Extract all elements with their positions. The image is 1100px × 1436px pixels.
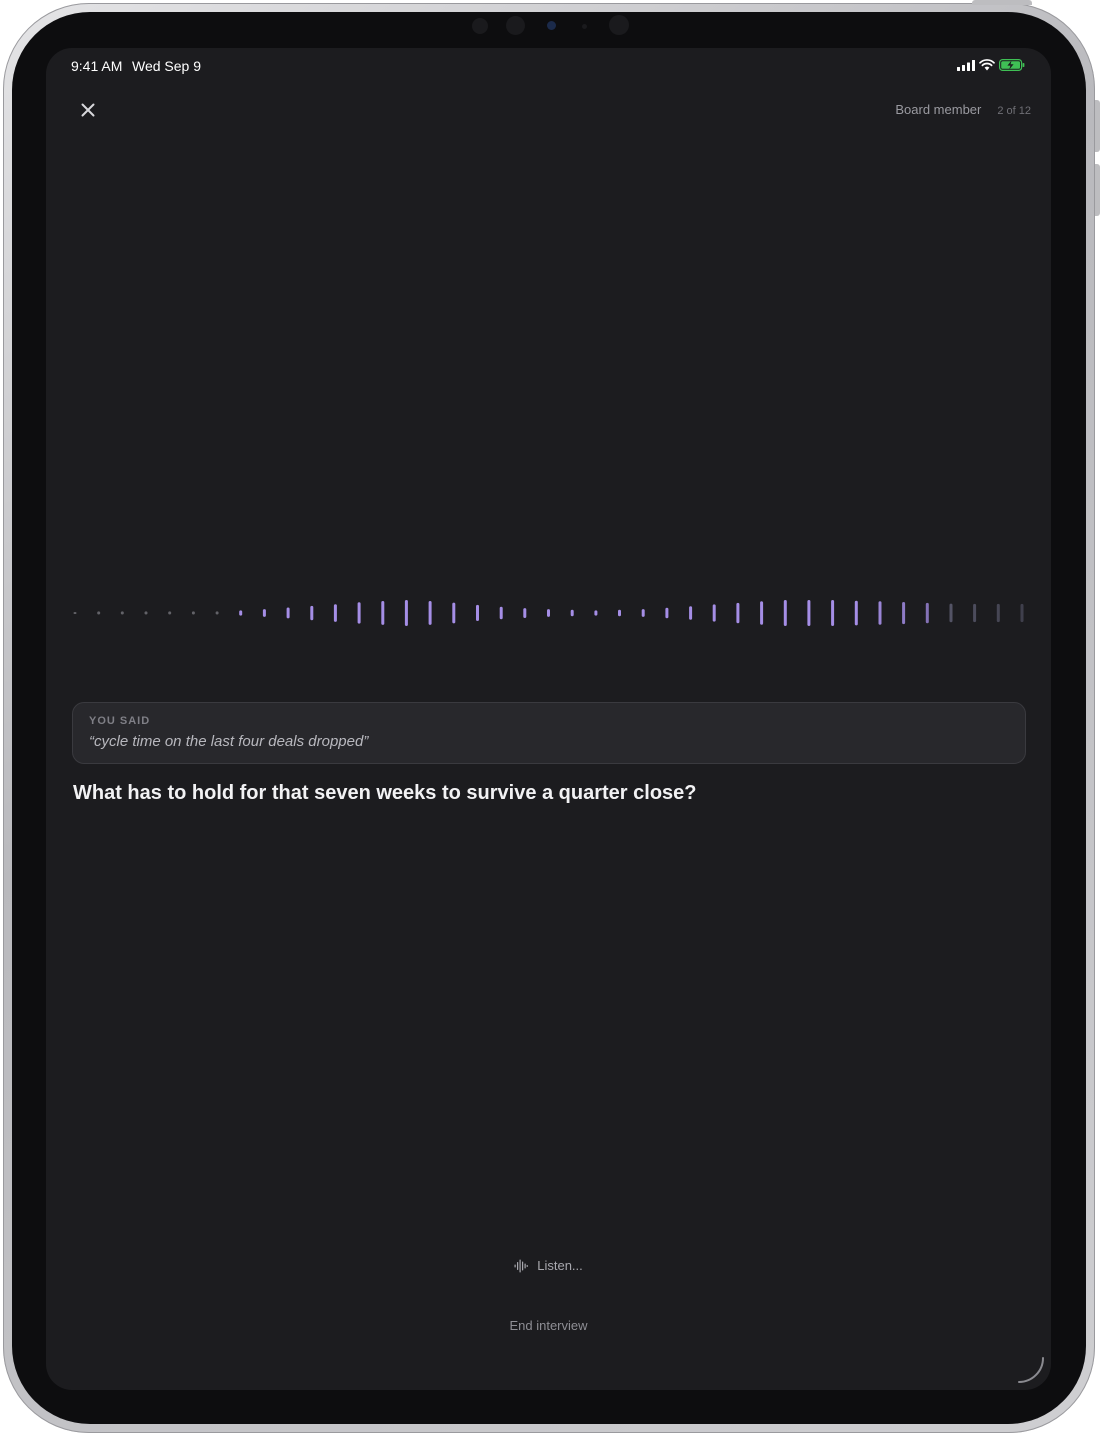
waveform-bar [357, 602, 361, 624]
waveform-bar [665, 607, 669, 619]
waveform-bar [97, 611, 101, 615]
waveform-bar [168, 611, 172, 615]
waveform-bar [618, 609, 621, 617]
waveform-bar [760, 601, 764, 625]
question-progress: 2 of 12 [997, 105, 1031, 117]
waveform-bar [381, 601, 385, 625]
waveform-bar [1020, 603, 1024, 623]
battery-charging-icon [999, 59, 1025, 71]
audio-waveform [73, 600, 1024, 626]
waveform-bar [120, 611, 124, 615]
waveform-bar [641, 609, 645, 617]
camera-lens-icon [547, 21, 556, 30]
waveform-bar [736, 602, 740, 624]
waveform-bar [949, 603, 953, 623]
waveform-bar [215, 611, 219, 615]
you-said-label: YOU SAID [89, 715, 151, 727]
status-icons [957, 59, 1025, 71]
sensor-icon [609, 15, 629, 35]
waveform-bar [286, 607, 290, 619]
waveform-bar [854, 600, 858, 626]
waveform-bar [73, 612, 77, 614]
waveform-bar [807, 600, 811, 626]
status-bar: 9:41 AM Wed Sep 9 [46, 48, 1051, 84]
waveform-bar [689, 606, 693, 620]
volume-down-button [1095, 164, 1100, 216]
waveform-bar [996, 603, 1000, 623]
interviewer-role: Board member [895, 102, 982, 117]
sensor-icon [472, 18, 488, 34]
waveform-bar [925, 602, 929, 624]
waveform-bar [144, 611, 148, 615]
status-date: Wed Sep 9 [132, 58, 202, 74]
waveform-bar [831, 600, 835, 626]
waveform-bar [594, 610, 598, 616]
listen-label: Listen... [537, 1258, 583, 1273]
waveform-bar [333, 604, 337, 622]
resize-handle-icon [1018, 1357, 1044, 1383]
waveform-bar [973, 603, 977, 623]
you-said-text: “cycle time on the last four deals dropp… [89, 733, 369, 750]
close-button[interactable] [76, 98, 100, 122]
waveform-icon [514, 1259, 529, 1272]
listen-button[interactable]: Listen... [514, 1258, 583, 1273]
cellular-signal-icon [957, 59, 975, 71]
close-icon [81, 103, 95, 117]
top-button [972, 0, 1032, 5]
waveform-bar [878, 601, 882, 625]
end-interview-row: End interview [46, 1318, 1051, 1333]
you-said-card: YOU SAID “cycle time on the last four de… [72, 702, 1026, 764]
waveform-bar [262, 609, 266, 617]
volume-up-button [1095, 100, 1100, 152]
waveform-bar [570, 609, 574, 617]
waveform-bar [428, 601, 432, 625]
waveform-bar [476, 604, 479, 621]
waveform-bar [404, 600, 408, 626]
waveform-bar [783, 600, 787, 626]
waveform-bar [712, 604, 716, 622]
waveform-bar [239, 610, 243, 616]
app-screen: 9:41 AM Wed Sep 9 Board member 2 of 12 Y… [46, 48, 1051, 1390]
status-time: 9:41 AM [71, 58, 123, 74]
waveform-bar [499, 606, 503, 620]
sensor-icon [506, 16, 525, 35]
interview-question: What has to hold for that seven weeks to… [73, 782, 697, 804]
end-interview-button[interactable]: End interview [509, 1318, 587, 1333]
wifi-icon [979, 59, 995, 71]
waveform-bar [547, 609, 550, 617]
sensor-icon [582, 24, 587, 29]
waveform-bar [191, 611, 195, 615]
header-meta: Board member 2 of 12 [895, 102, 1031, 117]
waveform-bar [310, 605, 314, 621]
listen-indicator: Listen... [46, 1258, 1051, 1276]
waveform-bar [902, 602, 906, 625]
waveform-bar [452, 602, 456, 624]
waveform-bar [523, 608, 527, 618]
